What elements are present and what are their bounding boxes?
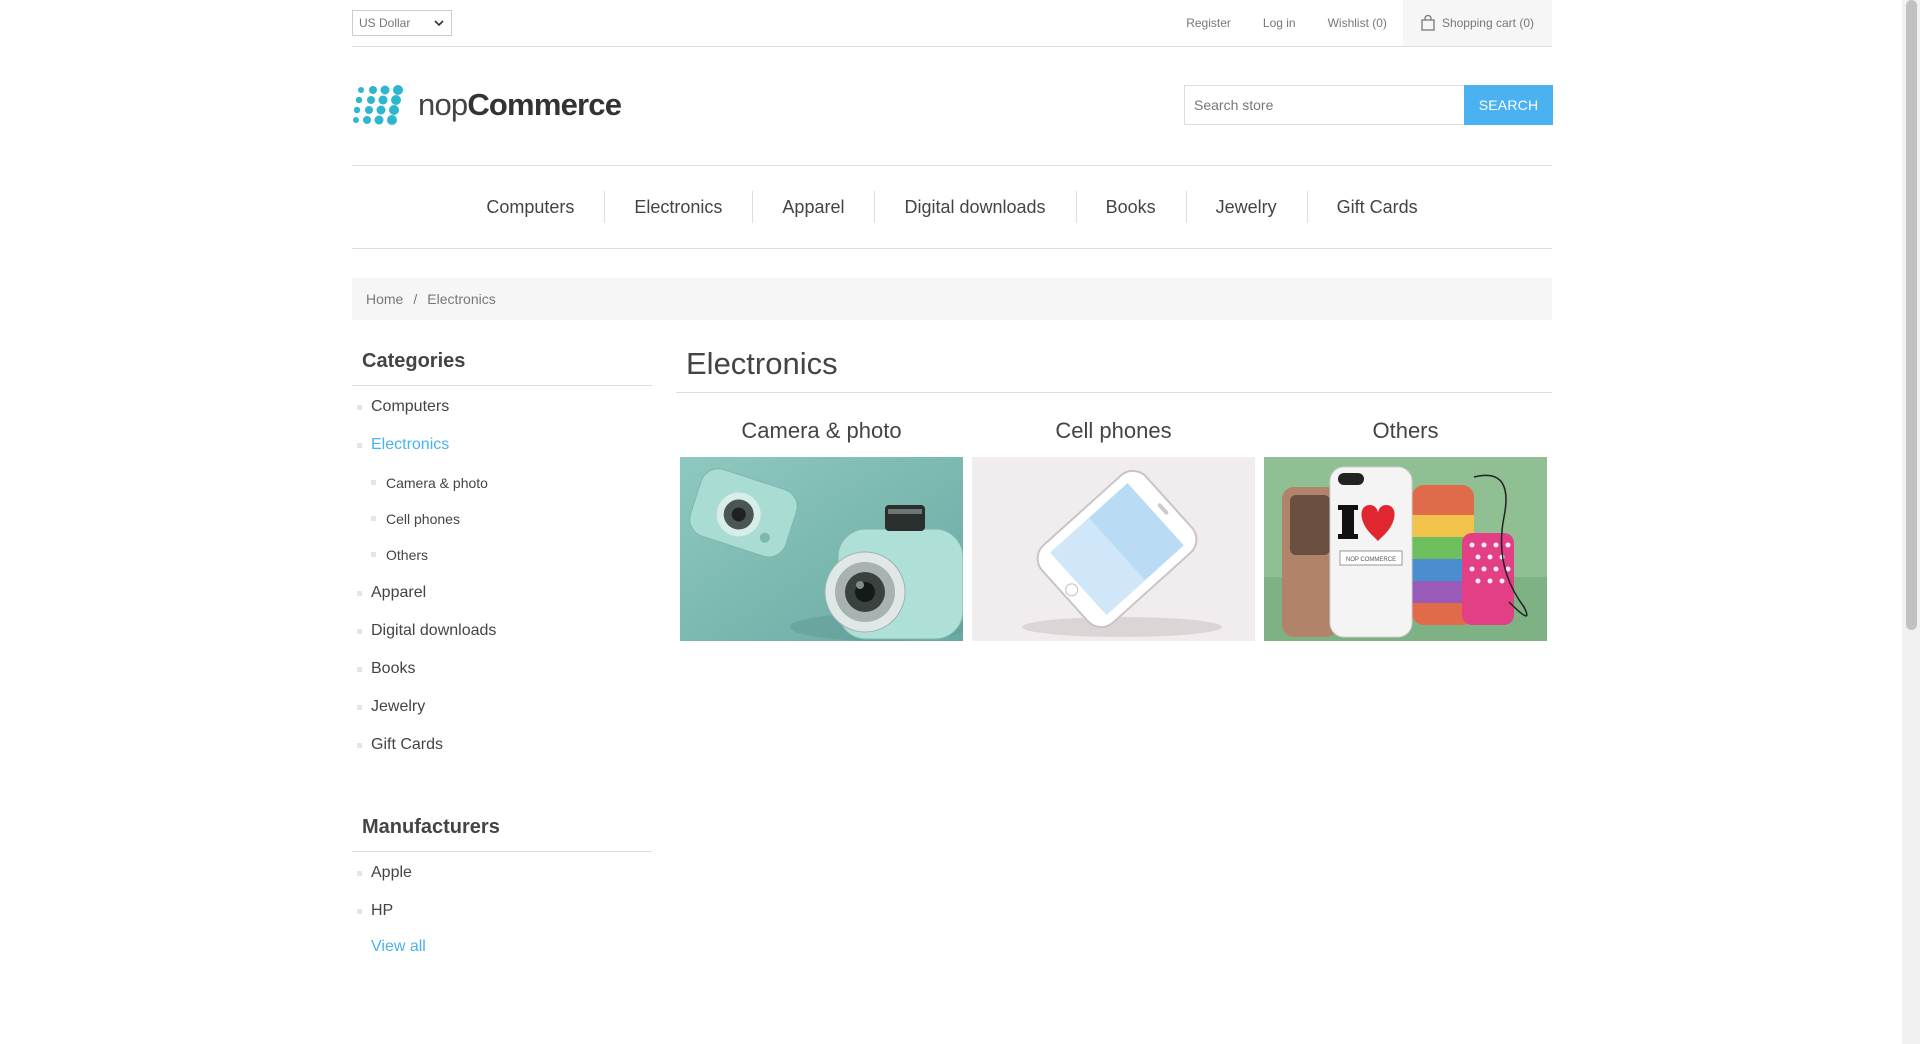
nopcommerce-logo-icon <box>353 85 403 125</box>
logo-wordmark: nopCommerce <box>418 87 622 123</box>
top-menu: Computers Electronics Apparel Digital downl… <box>352 165 1552 249</box>
page: US Dollar Register Log in Wishlist (0) S… <box>0 0 1920 1044</box>
subcategory-grid: Camera & photo Cell phones Others NOP CO… <box>680 417 1552 641</box>
breadcrumb-home[interactable]: Home <box>366 291 403 307</box>
search-button[interactable]: Search <box>1464 85 1553 125</box>
breadcrumb: Home / Electronics <box>352 278 1552 320</box>
search-box: Search <box>1184 85 1553 125</box>
category-item-apparel[interactable]: Apparel <box>352 582 652 604</box>
subcategory-item-cell-phones[interactable]: Cell phones <box>371 508 652 530</box>
main-content: Electronics Camera & photo Cell phones O… <box>676 340 1552 641</box>
category-item-computers[interactable]: Computers <box>352 396 652 418</box>
cell-phones-image[interactable] <box>972 457 1255 641</box>
breadcrumb-separator: / <box>413 291 418 307</box>
categories-title: Categories <box>352 340 652 386</box>
menu-item-gift-cards[interactable]: Gift Cards <box>1306 191 1448 223</box>
chevron-down-icon <box>434 20 444 27</box>
page-scrollbar[interactable] <box>1902 0 1920 1044</box>
manufacturer-item-apple[interactable]: Apple <box>352 862 652 884</box>
category-item-digital-downloads[interactable]: Digital downloads <box>352 620 652 642</box>
subcategory-card: Camera & photo <box>680 417 963 641</box>
logo-text-bold: Commerce <box>467 87 622 122</box>
category-item-label: Electronics <box>371 436 450 453</box>
subcategory-title[interactable]: Others <box>1264 417 1547 445</box>
categories-list: Computers Electronics Camera & photo Cel… <box>352 386 652 756</box>
manufacturers-list: Apple HP <box>352 852 652 922</box>
subcategory-card: Others NOP COMMERCE <box>1264 417 1547 641</box>
menu-item-apparel[interactable]: Apparel <box>752 191 874 223</box>
scrollbar-thumb[interactable] <box>1906 0 1917 630</box>
camera-photo-image[interactable] <box>680 457 963 641</box>
category-item-gift-cards[interactable]: Gift Cards <box>352 734 652 756</box>
currency-value: US Dollar <box>359 16 411 30</box>
sidebar: Categories Computers Electronics Camera … <box>352 340 652 956</box>
page-title: Electronics <box>676 340 1552 393</box>
shopping-bag-icon <box>1421 15 1435 31</box>
menu-item-digital-downloads[interactable]: Digital downloads <box>874 191 1075 223</box>
manufacturers-title: Manufacturers <box>352 806 652 852</box>
subcategory-title[interactable]: Cell phones <box>972 417 1255 445</box>
shopping-cart-link[interactable]: Shopping cart (0) <box>1402 0 1552 46</box>
breadcrumb-current: Electronics <box>427 291 496 307</box>
register-link[interactable]: Register <box>1186 16 1231 30</box>
header-links: Register Log in Wishlist (0) Shopping ca… <box>1170 0 1552 46</box>
store-logo[interactable]: nopCommerce <box>352 84 622 126</box>
wishlist-link[interactable]: Wishlist (0) <box>1328 16 1387 30</box>
currency-select[interactable]: US Dollar <box>352 10 452 36</box>
menu-item-books[interactable]: Books <box>1075 191 1186 223</box>
category-item-jewelry[interactable]: Jewelry <box>352 696 652 718</box>
login-link[interactable]: Log in <box>1263 16 1296 30</box>
menu-item-jewelry[interactable]: Jewelry <box>1185 191 1307 223</box>
logo-text-light: nop <box>418 87 468 122</box>
subcategory-item-others[interactable]: Others <box>371 544 652 566</box>
search-input[interactable] <box>1184 85 1464 125</box>
category-item-electronics[interactable]: Electronics Camera & photo Cell phones O… <box>352 434 652 566</box>
menu-item-computers[interactable]: Computers <box>456 191 604 223</box>
subcategory-title[interactable]: Camera & photo <box>680 417 963 445</box>
shopping-cart-label: Shopping cart (0) <box>1441 16 1534 30</box>
phone-case-text: NOP COMMERCE <box>1346 557 1396 563</box>
menu-item-electronics[interactable]: Electronics <box>604 191 752 223</box>
header-upper: US Dollar Register Log in Wishlist (0) S… <box>352 0 1552 47</box>
others-image[interactable]: NOP COMMERCE <box>1264 457 1547 641</box>
subcategory-card: Cell phones <box>972 417 1255 641</box>
subcategories-list: Camera & photo Cell phones Others <box>371 456 652 566</box>
subcategory-item-camera-photo[interactable]: Camera & photo <box>371 472 652 494</box>
view-all-manufacturers-link[interactable]: View all <box>371 938 652 956</box>
category-item-books[interactable]: Books <box>352 658 652 680</box>
manufacturer-item-hp[interactable]: HP <box>352 900 652 922</box>
